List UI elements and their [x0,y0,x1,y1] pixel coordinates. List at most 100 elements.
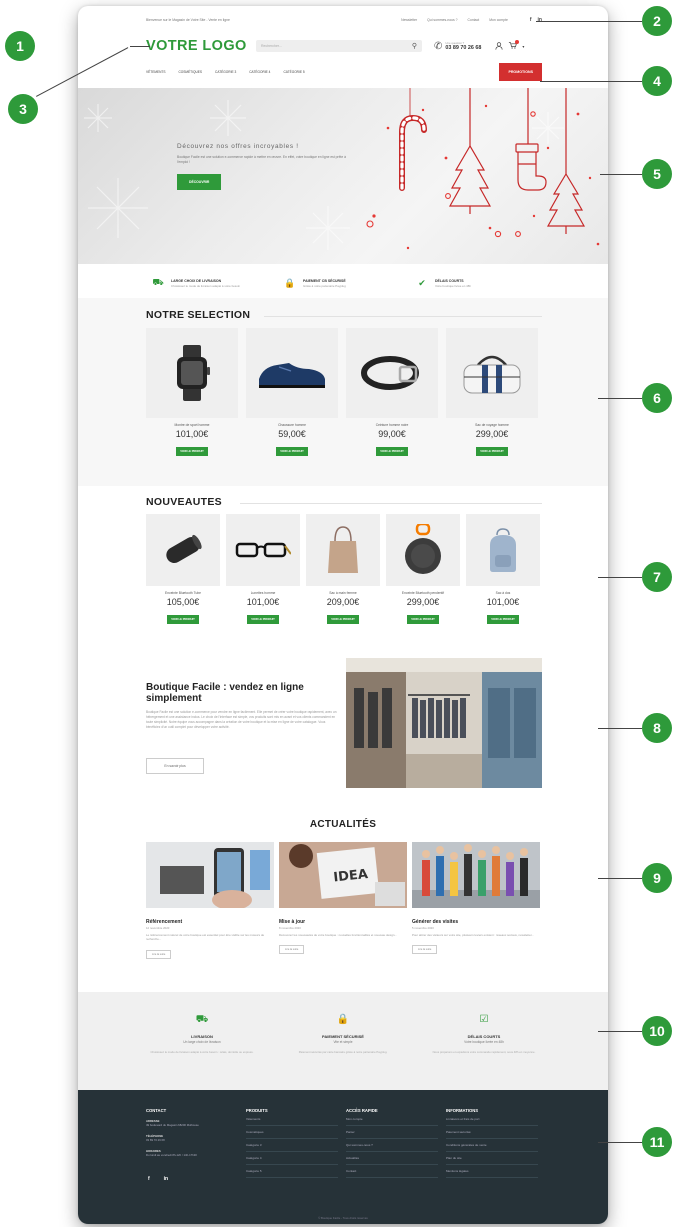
news-card[interactable]: Générer des visites 5 novembre 2020 Pour… [412,842,540,955]
chevron-down-icon[interactable]: ▾ [522,44,524,49]
product-image[interactable] [346,328,438,418]
view-product-button[interactable]: Voir le produit [407,615,439,624]
product-image[interactable] [306,514,380,586]
news-image-update[interactable]: IDEA [279,842,407,908]
topbar-link-account[interactable]: Mon compte [489,18,508,22]
linkedin-icon[interactable]: in [164,1176,168,1182]
store-photo [346,658,542,788]
callout-9: 9 [642,863,672,893]
learn-more-button[interactable]: En savoir plus [146,758,204,774]
news-item-title[interactable]: Générer des visites [412,919,540,925]
view-product-button[interactable]: Voir le produit [167,615,199,624]
product-image[interactable] [146,514,220,586]
view-product-button[interactable]: Voir le produit [176,447,208,456]
topbar-link-about[interactable]: Qui sommes-nous ? [427,18,457,22]
product-card[interactable]: Lunettes homme 101,00€ Voir le produit [226,514,300,625]
nav-item-categorie-3[interactable]: Catégorie 3 [215,70,236,74]
facebook-icon[interactable]: f [148,1176,150,1182]
news-card[interactable]: Référencement 12 novembre 2020 Le référe… [146,842,274,960]
product-name[interactable]: Sac à main femme [306,591,380,595]
service-title: Délais courts [467,1034,501,1039]
product-name[interactable]: Chaussure homme [246,423,338,427]
footer-link[interactable]: Catégorie 4 [246,1152,338,1165]
footer-link[interactable]: Conditions générales de vente [446,1139,538,1152]
footer-link[interactable]: Mon compte [346,1113,438,1126]
product-image[interactable] [146,328,238,418]
nav-item-cosmetiques[interactable]: Cosmétiques [178,70,202,74]
linkedin-icon[interactable]: in [538,17,542,23]
product-image[interactable] [226,514,300,586]
news-item-title[interactable]: Référencement [146,919,274,925]
footer-link[interactable]: Cosmétiques [246,1126,338,1139]
view-product-button[interactable]: Voir le produit [247,615,279,624]
footer-link[interactable]: Catégorie 3 [246,1139,338,1152]
footer-link[interactable]: Vêtements [246,1113,338,1126]
hero-discover-button[interactable]: Découvrir [177,173,222,190]
view-product-button[interactable]: Voir le produit [327,615,359,624]
read-more-button[interactable]: Lire la suite [279,945,305,955]
view-product-button[interactable]: Voir le produit [276,447,308,456]
footer-link[interactable]: Contact [346,1165,438,1178]
footer-link[interactable]: Livraisons et frais de port [446,1113,538,1126]
news-card[interactable]: IDEA Mise à jour 8 novembre 2020 Découvr… [279,842,407,955]
topbar-link-newsletter[interactable]: Newsletter [401,18,417,22]
check-icon: ✔ [418,277,426,288]
product-card[interactable]: Sac de voyage homme 299,00€ Voir le prod… [446,328,538,457]
product-card[interactable]: Sac à main femme 209,00€ Voir le produit [306,514,380,625]
view-product-button[interactable]: Voir le produit [376,447,408,456]
about-text: Boutique Facile est une solution e-comme… [146,710,337,729]
product-card[interactable]: Ceinture homme noire 99,00€ Voir le prod… [346,328,438,457]
product-card[interactable]: Montre de sport homme 101,00€ Voir le pr… [146,328,238,457]
product-image[interactable] [386,514,460,586]
product-card[interactable]: Chaussure homme 59,00€ Voir le produit [246,328,338,457]
view-product-button[interactable]: Voir le produit [487,615,519,624]
search-input[interactable]: Rechercher... [261,44,282,48]
search-bar[interactable]: Rechercher... ⚲ [256,40,422,52]
nav-item-vetements[interactable]: Vêtements [146,70,165,74]
product-name[interactable]: Sac de voyage homme [446,423,538,427]
product-image[interactable] [246,328,338,418]
product-name[interactable]: Enceinte Bluetooth Tube [146,591,220,595]
footer-link[interactable]: Qui sommes-nous ? [346,1139,438,1152]
product-card[interactable]: Enceinte Bluetooth Tube 105,00€ Voir le … [146,514,220,625]
product-image[interactable] [446,328,538,418]
product-name[interactable]: Montre de sport homme [146,423,238,427]
lock-icon: 🔒 [284,277,296,288]
product-name[interactable]: Lunettes homme [226,591,300,595]
news-image-visits[interactable] [412,842,540,908]
search-icon[interactable]: ⚲ [412,42,417,50]
product-card[interactable]: Enceinte Bluetooth pendentif 299,00€ Voi… [386,514,460,625]
news-item-title[interactable]: Mise à jour [279,919,407,925]
service-desc: Choisissez le mode de livraison adapté à… [150,1050,254,1054]
view-product-button[interactable]: Voir le produit [476,447,508,456]
footer-link[interactable]: Actualités [346,1152,438,1165]
topbar-link-contact[interactable]: Contact [468,18,480,22]
feature-title: Large choix de livraison [171,278,222,283]
promotions-button[interactable]: Promotions [499,63,542,81]
product-name[interactable]: Enceinte Bluetooth pendentif [386,591,460,595]
header-icons: ▾ [495,40,524,51]
nav-item-categorie-4[interactable]: Catégorie 4 [249,70,270,74]
product-price: 209,00€ [326,597,360,607]
facebook-icon[interactable]: f [530,17,532,23]
user-icon[interactable] [495,42,503,50]
product-image[interactable] [466,514,540,586]
feature-title: Paiement CB sécurisé [303,278,346,283]
news-image-seo[interactable] [146,842,274,910]
nav-item-categorie-5[interactable]: Catégorie 5 [283,70,304,74]
footer-link[interactable]: Plan du site [446,1152,538,1165]
footer-link[interactable]: Catégorie 5 [246,1165,338,1178]
product-card[interactable]: Sac à dos 101,00€ Voir le produit [466,514,540,625]
read-more-button[interactable]: Lire la suite [412,945,438,955]
footer-phone[interactable]: 03 89 70 26 68 [146,1138,238,1143]
footer-link[interactable]: Panier [346,1126,438,1139]
cart-button[interactable] [508,40,520,51]
callout-line-5 [600,174,642,175]
site-logo[interactable]: VOTRE LOGO [146,38,256,54]
read-more-button[interactable]: Lire la suite [146,949,172,959]
product-name[interactable]: Ceinture homme noire [346,423,438,427]
footer-link[interactable]: Mentions légales [446,1165,538,1178]
phone-number[interactable]: 03 89 70 26 68 [445,45,481,51]
product-name[interactable]: Sac à dos [466,591,540,595]
footer-link[interactable]: Paiement sécurisé [446,1126,538,1139]
